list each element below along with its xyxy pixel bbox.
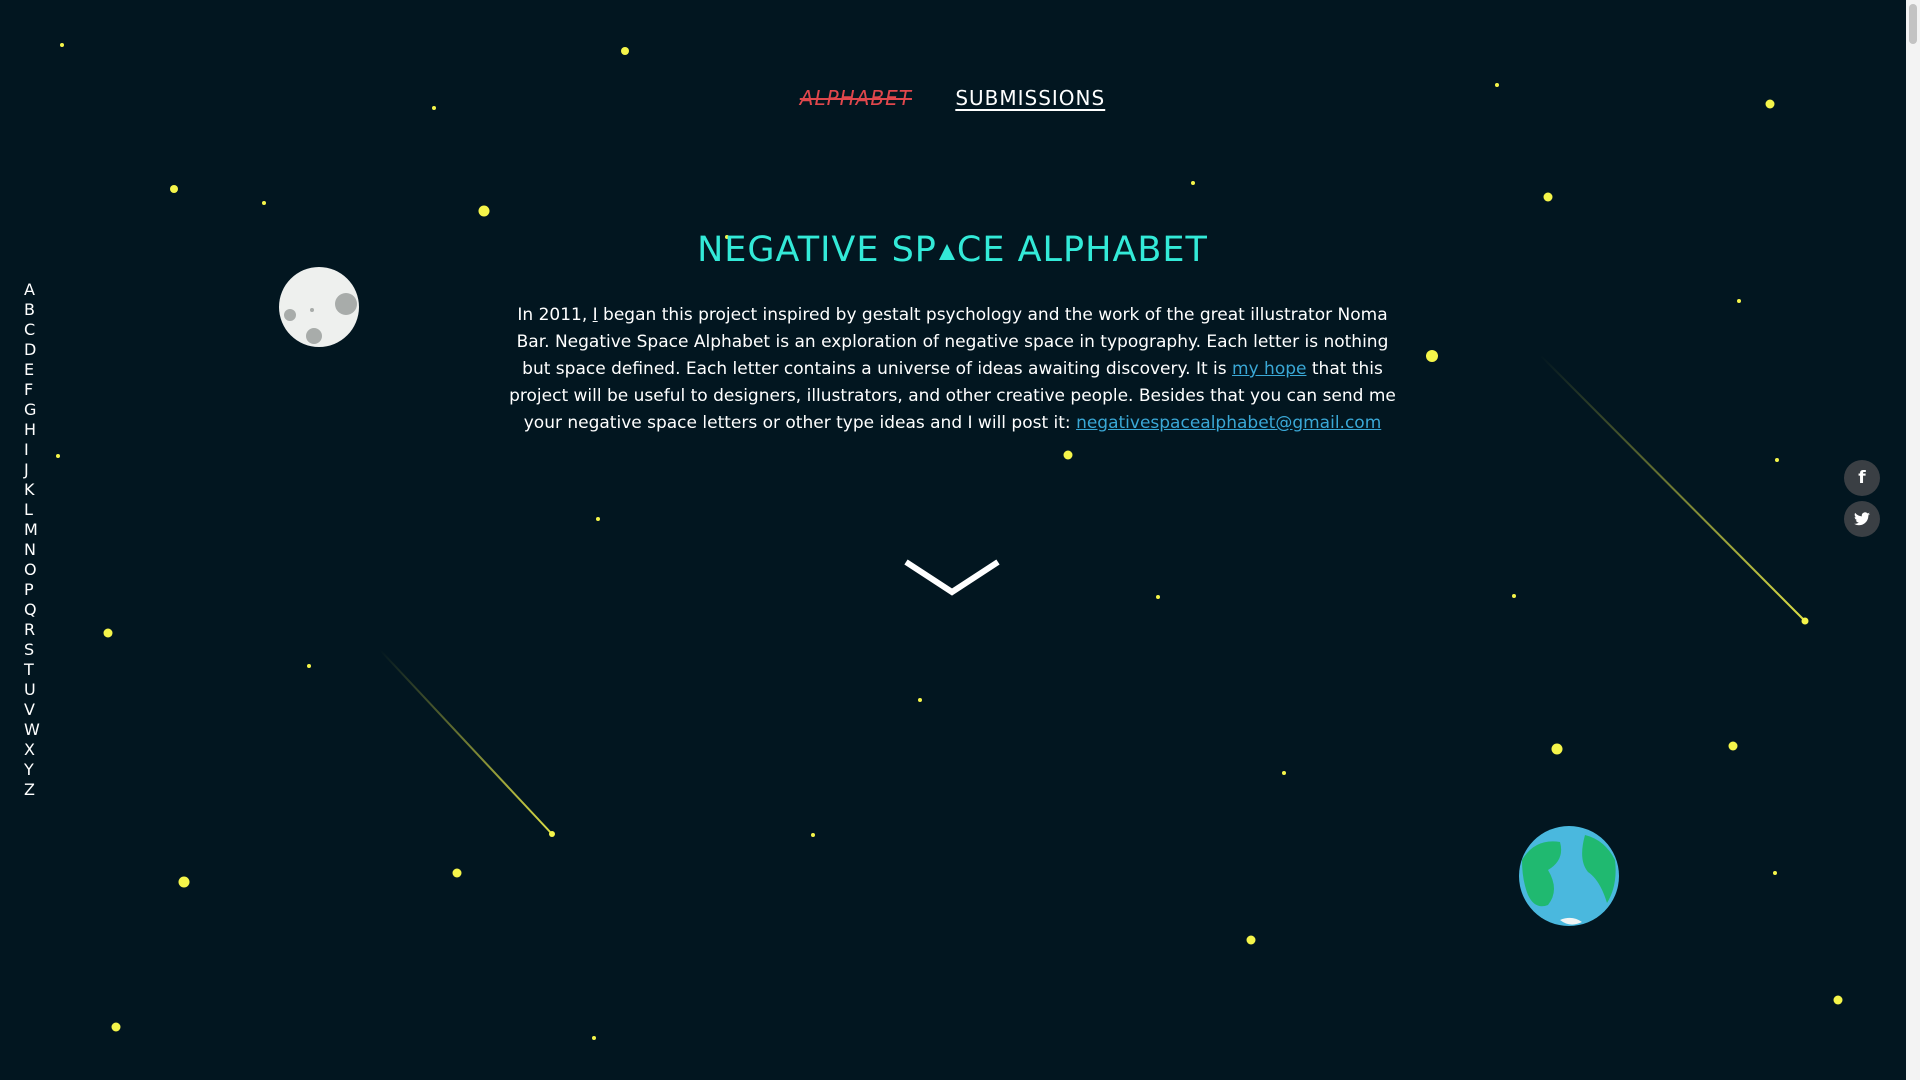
letter-link-w[interactable]: W — [24, 720, 54, 740]
letter-link-q[interactable]: Q — [24, 600, 54, 620]
email-link[interactable]: negativespacealphabet@gmail.com — [1076, 413, 1381, 433]
letter-link-m[interactable]: M — [24, 520, 54, 540]
letter-index-nav: ABCDEFGHIJKLMNOPQRSTUVWXYZ — [24, 280, 54, 800]
triangle-a-icon — [938, 244, 955, 260]
page-title: NEGATIVE SP CE ALPHABET — [0, 230, 1905, 270]
letter-link-b[interactable]: B — [24, 300, 54, 320]
letter-link-h[interactable]: H — [24, 420, 54, 440]
letter-link-s[interactable]: S — [24, 640, 54, 660]
earth-icon — [1519, 826, 1619, 926]
facebook-icon: f — [1858, 468, 1866, 488]
intro-text-1: In 2011, — [517, 305, 593, 325]
letter-link-p[interactable]: P — [24, 580, 54, 600]
my-hope-link[interactable]: my hope — [1232, 359, 1306, 379]
page: ALPHABET SUBMISSIONS NEGATIVE SP CE ALPHA… — [0, 0, 1920, 1080]
twitter-icon — [1854, 509, 1870, 529]
letter-link-c[interactable]: C — [24, 320, 54, 340]
title-part-1: NEGATIVE SP — [697, 230, 937, 270]
letter-link-e[interactable]: E — [24, 360, 54, 380]
letter-link-o[interactable]: O — [24, 560, 54, 580]
twitter-share-button[interactable] — [1844, 501, 1880, 537]
chevron-down-icon[interactable] — [904, 558, 1000, 598]
nav-submissions-link[interactable]: SUBMISSIONS — [955, 86, 1105, 110]
letter-link-k[interactable]: K — [24, 480, 54, 500]
title-part-2: CE ALPHABET — [956, 230, 1208, 270]
letter-link-y[interactable]: Y — [24, 760, 54, 780]
letter-link-t[interactable]: T — [24, 660, 54, 680]
letter-link-f[interactable]: F — [24, 380, 54, 400]
letter-link-i[interactable]: I — [24, 440, 54, 460]
letter-link-d[interactable]: D — [24, 340, 54, 360]
top-nav: ALPHABET SUBMISSIONS — [0, 86, 1905, 110]
letter-link-n[interactable]: N — [24, 540, 54, 560]
moon-icon — [279, 267, 359, 347]
page-scrollbar[interactable] — [1906, 0, 1920, 1080]
facebook-share-button[interactable]: f — [1844, 460, 1880, 496]
letter-link-l[interactable]: L — [24, 500, 54, 520]
nav-alphabet-link[interactable]: ALPHABET — [800, 86, 912, 110]
letter-link-g[interactable]: G — [24, 400, 54, 420]
intro-paragraph: In 2011, I began this project inspired b… — [500, 302, 1405, 437]
letter-link-r[interactable]: R — [24, 620, 54, 640]
letter-link-v[interactable]: V — [24, 700, 54, 720]
starfield-background — [0, 0, 1905, 1080]
letter-link-z[interactable]: Z — [24, 780, 54, 800]
letter-link-x[interactable]: X — [24, 740, 54, 760]
letter-link-j[interactable]: J — [24, 460, 54, 480]
letter-link-u[interactable]: U — [24, 680, 54, 700]
letter-link-a[interactable]: A — [24, 280, 54, 300]
scrollbar-thumb[interactable] — [1909, 4, 1917, 44]
